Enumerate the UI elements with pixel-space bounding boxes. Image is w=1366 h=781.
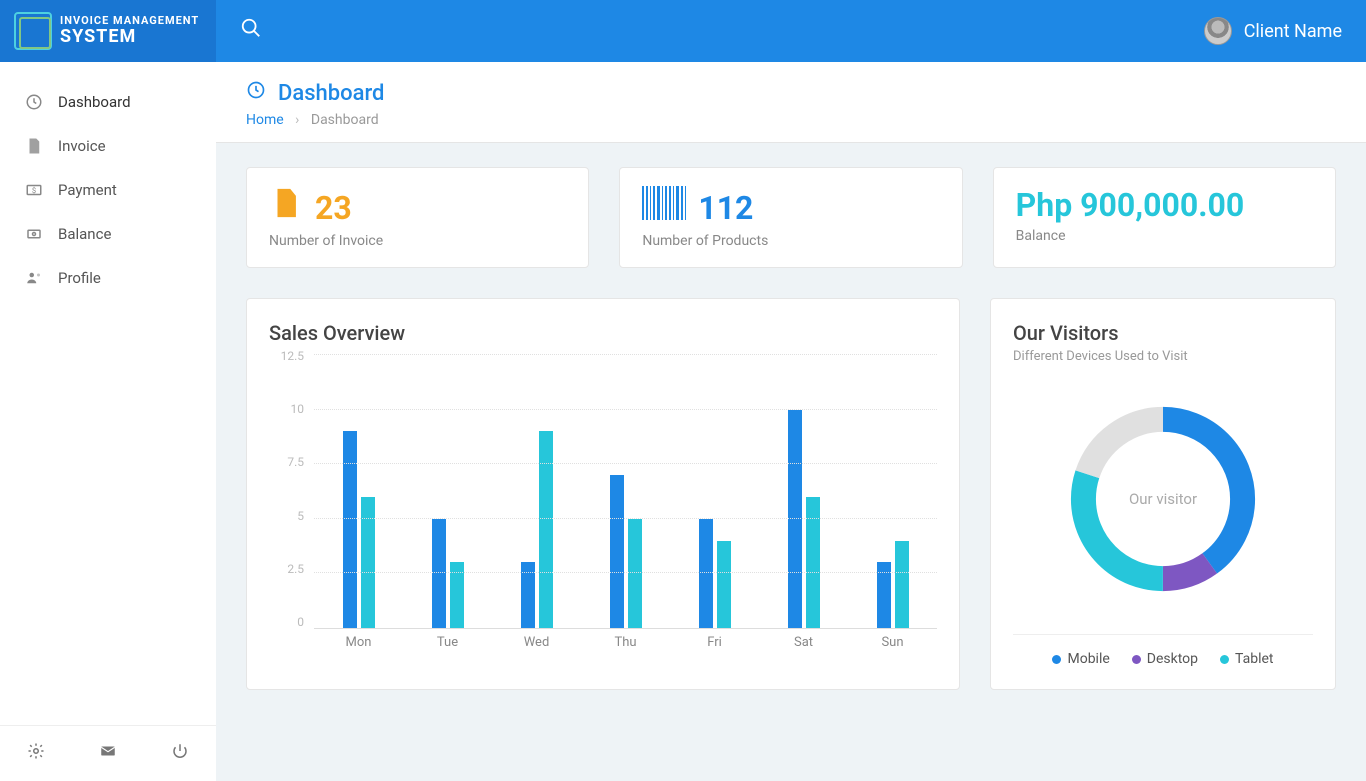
chevron-right-icon: › <box>295 112 299 128</box>
settings-icon[interactable] <box>27 742 45 765</box>
chart-subtitle: Different Devices Used to Visit <box>1013 349 1313 364</box>
stat-value: 112 <box>698 189 753 227</box>
logo-icon <box>14 12 52 50</box>
legend-item: Mobile <box>1052 651 1109 667</box>
brand-line2: SYSTEM <box>60 27 199 47</box>
stat-value: Php 900,000.00 <box>1016 186 1313 224</box>
user-name: Client Name <box>1244 21 1342 42</box>
search-icon[interactable] <box>240 17 262 45</box>
sidebar-item-label: Balance <box>58 225 111 243</box>
sidebar: Dashboard Invoice $ Payment Balance Prof… <box>0 62 216 781</box>
donut-legend: Mobile Desktop Tablet <box>1013 634 1313 667</box>
breadcrumb-home[interactable]: Home <box>246 112 284 128</box>
chart-title: Sales Overview <box>269 321 937 345</box>
donut-chart: Our visitor <box>1058 394 1268 604</box>
topbar: INVOICE MANAGEMENT SYSTEM Client Name <box>0 0 1366 62</box>
sidebar-item-label: Payment <box>58 181 117 199</box>
dashboard-title-icon <box>246 80 266 106</box>
sidebar-item-balance[interactable]: Balance <box>0 212 216 256</box>
user-menu[interactable]: Client Name <box>1204 17 1342 45</box>
sidebar-item-dashboard[interactable]: Dashboard <box>0 80 216 124</box>
mail-icon[interactable] <box>99 742 117 765</box>
profile-icon <box>24 269 44 287</box>
dot-icon <box>1132 655 1141 664</box>
page-title: Dashboard <box>278 81 384 106</box>
sidebar-item-invoice[interactable]: Invoice <box>0 124 216 168</box>
chart-title: Our Visitors <box>1013 321 1313 345</box>
stat-value: 23 <box>315 189 352 227</box>
stat-label: Number of Products <box>642 233 939 249</box>
page-head: Dashboard Home › Dashboard <box>216 62 1366 143</box>
sales-overview-card: Sales Overview 02.557.51012.5 MonTueWedT… <box>246 298 960 690</box>
legend-item: Desktop <box>1132 651 1198 667</box>
sidebar-item-label: Profile <box>58 269 101 287</box>
stat-label: Number of Invoice <box>269 233 566 249</box>
stat-label: Balance <box>1016 228 1313 244</box>
dot-icon <box>1052 655 1061 664</box>
sidebar-item-profile[interactable]: Profile <box>0 256 216 300</box>
payment-icon: $ <box>24 181 44 199</box>
brand-line1: INVOICE MANAGEMENT <box>60 14 199 27</box>
legend-item: Tablet <box>1220 651 1273 667</box>
sidebar-item-label: Dashboard <box>58 93 131 111</box>
sidebar-item-label: Invoice <box>58 137 106 155</box>
logo-text: INVOICE MANAGEMENT SYSTEM <box>60 15 199 47</box>
main: Dashboard Home › Dashboard 23 Number of … <box>216 62 1366 781</box>
bar-chart: 02.557.51012.5 MonTueWedThuFriSatSun <box>269 349 937 659</box>
logo[interactable]: INVOICE MANAGEMENT SYSTEM <box>0 0 216 62</box>
svg-text:$: $ <box>32 186 36 195</box>
stat-card-invoice: 23 Number of Invoice <box>246 167 589 268</box>
sidebar-item-payment[interactable]: $ Payment <box>0 168 216 212</box>
power-icon[interactable] <box>171 742 189 765</box>
sidebar-footer <box>0 725 216 781</box>
avatar <box>1204 17 1232 45</box>
balance-icon <box>24 225 44 243</box>
file-icon <box>269 186 303 229</box>
breadcrumb: Home › Dashboard <box>246 112 1336 128</box>
barcode-icon <box>642 186 686 229</box>
donut-center-label: Our visitor <box>1129 490 1197 508</box>
visitors-card: Our Visitors Different Devices Used to V… <box>990 298 1336 690</box>
stat-card-products: 112 Number of Products <box>619 167 962 268</box>
stat-card-balance: Php 900,000.00 Balance <box>993 167 1336 268</box>
invoice-icon <box>24 137 44 155</box>
breadcrumb-current: Dashboard <box>311 112 379 128</box>
dashboard-icon <box>24 93 44 111</box>
dot-icon <box>1220 655 1229 664</box>
